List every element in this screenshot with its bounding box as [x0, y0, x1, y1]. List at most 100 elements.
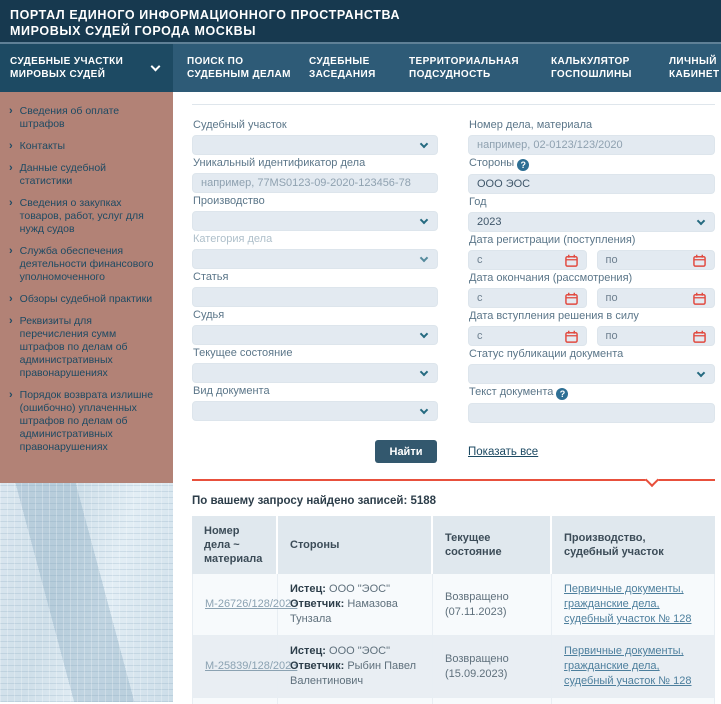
nav-tab-case-search[interactable]: ПОИСК ПО СУДЕБНЫМ ДЕЛАМ: [173, 44, 295, 92]
site-title-line1: ПОРТАЛ ЕДИНОГО ИНФОРМАЦИОННОГО ПРОСТРАНС…: [10, 7, 711, 23]
field-end-date: Дата окончания (рассмотрения) с: [468, 272, 715, 308]
field-label: Вид документа: [193, 385, 438, 398]
nav-tab-label: ПОДСУДНОСТЬ: [409, 68, 537, 81]
publication-status-select[interactable]: [468, 364, 715, 384]
field-judge: Судья: [192, 309, 438, 345]
nav-tab-label: ЗАСЕДАНИЯ: [309, 68, 395, 81]
case-number-link[interactable]: М-26726/128/2023: [205, 598, 297, 610]
sidebar-item-procurement[interactable]: › Сведения о закупках товаров, работ, ус…: [9, 197, 161, 236]
sidebar-item-label: Служба обеспечения деятельности финансов…: [20, 245, 161, 284]
field-current-state: Текущее состояние: [192, 347, 438, 383]
proceeding-link[interactable]: Первичные документы, гражданские дела, с…: [564, 645, 692, 687]
end-date-from-input[interactable]: [489, 292, 565, 304]
sidebar-item-fine-refund[interactable]: › Порядок возврата излишне (ошибочно) уп…: [9, 389, 161, 454]
chevron-right-icon: ›: [9, 197, 13, 236]
defendant-label: Ответчик:: [290, 598, 344, 610]
field-case-category: Категория дела: [192, 233, 438, 269]
chevron-down-icon: [420, 140, 428, 148]
parties-input[interactable]: [477, 178, 706, 190]
chevron-right-icon: ›: [9, 315, 13, 380]
proceeding-link[interactable]: Первичные документы, гражданские дела, с…: [564, 583, 692, 625]
year-select[interactable]: 2023: [468, 212, 715, 232]
column-header-proceeding: Производство, судебный участок: [552, 516, 715, 574]
chevron-right-icon: ›: [9, 245, 13, 284]
sidebar-item-statistics[interactable]: › Данные судебной статистики: [9, 162, 161, 188]
nav-tab-court-sections[interactable]: СУДЕБНЫЕ УЧАСТКИ МИРОВЫХ СУДЕЙ: [0, 44, 173, 92]
sidebar-item-practice-reviews[interactable]: › Обзоры судебной практики: [9, 293, 161, 306]
show-all-link[interactable]: Показать все: [468, 446, 538, 458]
chevron-down-icon: [420, 406, 428, 414]
nav-tab-personal-account[interactable]: ЛИЧНЫЙ КАБИНЕТ: [655, 44, 721, 92]
doc-text-input[interactable]: [477, 407, 706, 419]
calendar-icon[interactable]: [693, 292, 706, 305]
registration-date-to-input[interactable]: [624, 254, 693, 266]
date-from-prefix: с: [477, 254, 483, 266]
form-actions: Найти Показать все: [192, 440, 715, 463]
date-from-prefix: с: [477, 292, 483, 304]
court-section-select[interactable]: [192, 135, 438, 155]
nav-tab-label: ГОСПОШЛИНЫ: [551, 68, 655, 81]
calendar-icon[interactable]: [693, 254, 706, 267]
help-icon[interactable]: ?: [517, 159, 529, 171]
results-table: Номер дела ~ материала Стороны Текущее с…: [192, 516, 715, 704]
sidebar-item-contacts[interactable]: › Контакты: [9, 140, 161, 153]
plaintiff-label: Истец:: [290, 645, 326, 657]
main-nav: СУДЕБНЫЕ УЧАСТКИ МИРОВЫХ СУДЕЙ ПОИСК ПО …: [0, 44, 721, 92]
calendar-icon[interactable]: [693, 330, 706, 343]
chevron-down-icon: [420, 368, 428, 376]
column-header-case-number[interactable]: Номер дела ~ материала: [192, 516, 278, 574]
search-button[interactable]: Найти: [375, 440, 437, 463]
force-date-from-input[interactable]: [489, 330, 565, 342]
registration-date-from-input[interactable]: [489, 254, 565, 266]
nav-tab-label: СУДЕБНЫЕ: [309, 55, 395, 68]
column-header-parties: Стороны: [278, 516, 433, 574]
plaintiff-value: ООО "ЭОС": [329, 583, 390, 595]
field-label: Дата окончания (рассмотрения): [469, 272, 715, 285]
chevron-right-icon: ›: [9, 389, 13, 454]
site-title-line2: МИРОВЫХ СУДЕЙ ГОРОДА МОСКВЫ: [10, 23, 711, 39]
field-doc-text: Текст документа ?: [468, 386, 715, 423]
sidebar-item-ombudsman-service[interactable]: › Служба обеспечения деятельности финанс…: [9, 245, 161, 284]
field-label: Год: [469, 196, 715, 209]
chevron-right-icon: ›: [9, 293, 13, 306]
help-icon[interactable]: ?: [556, 388, 568, 400]
sidebar-menu: › Сведения об оплате штрафов › Контакты …: [0, 92, 173, 483]
nav-tab-fee-calculator[interactable]: КАЛЬКУЛЯТОР ГОСПОШЛИНЫ: [537, 44, 655, 92]
calendar-icon[interactable]: [565, 292, 578, 305]
current-state-select[interactable]: [192, 363, 438, 383]
end-date-to-input[interactable]: [624, 292, 693, 304]
proceeding-select[interactable]: [192, 211, 438, 231]
sidebar-item-label: Реквизиты для перечисления сумм штрафов …: [20, 315, 161, 380]
field-proceeding: Производство: [192, 195, 438, 231]
divider-notch: [645, 473, 659, 487]
nav-tab-hearings[interactable]: СУДЕБНЫЕ ЗАСЕДАНИЯ: [295, 44, 395, 92]
article-input[interactable]: [201, 291, 429, 303]
nav-tab-label: СУДЕБНЫМ ДЕЛАМ: [187, 68, 295, 81]
case-number-input[interactable]: [477, 139, 706, 151]
doc-type-select[interactable]: [192, 401, 438, 421]
nav-tab-label: ТЕРРИТОРИАЛЬНАЯ: [409, 55, 537, 68]
sidebar-item-fines-payment[interactable]: › Сведения об оплате штрафов: [9, 105, 161, 131]
calendar-icon[interactable]: [565, 330, 578, 343]
chevron-down-icon: [420, 216, 428, 224]
nav-tab-territorial-jurisdiction[interactable]: ТЕРРИТОРИАЛЬНАЯ ПОДСУДНОСТЬ: [395, 44, 537, 92]
field-label: Текущее состояние: [193, 347, 438, 360]
sidebar-item-fine-requisites[interactable]: › Реквизиты для перечисления сумм штрафо…: [9, 315, 161, 380]
case-category-select[interactable]: [192, 249, 438, 269]
portal-page: ПОРТАЛ ЕДИНОГО ИНФОРМАЦИОННОГО ПРОСТРАНС…: [0, 0, 721, 704]
chevron-down-icon: [420, 254, 428, 262]
field-case-uid: Уникальный идентификатор дела: [192, 157, 438, 193]
field-registration-date: Дата регистрации (поступления) с: [468, 234, 715, 270]
force-date-to-input[interactable]: [624, 330, 693, 342]
chevron-right-icon: ›: [9, 105, 13, 131]
chevron-down-icon: [420, 330, 428, 338]
table-row: М-26726/128/2023 Истец: ООО "ЭОС" Ответч…: [192, 574, 715, 636]
table-header-row: Номер дела ~ материала Стороны Текущее с…: [192, 516, 715, 574]
field-year: Год 2023: [468, 196, 715, 232]
table-row: М-25839/128/2023 Истец: ООО "ЭОС" Ответч…: [192, 636, 715, 698]
calendar-icon[interactable]: [565, 254, 578, 267]
field-label: Судебный участок: [193, 119, 438, 132]
case-uid-input[interactable]: [201, 177, 429, 189]
case-number-link[interactable]: М-25839/128/2023: [205, 660, 297, 672]
judge-select[interactable]: [192, 325, 438, 345]
